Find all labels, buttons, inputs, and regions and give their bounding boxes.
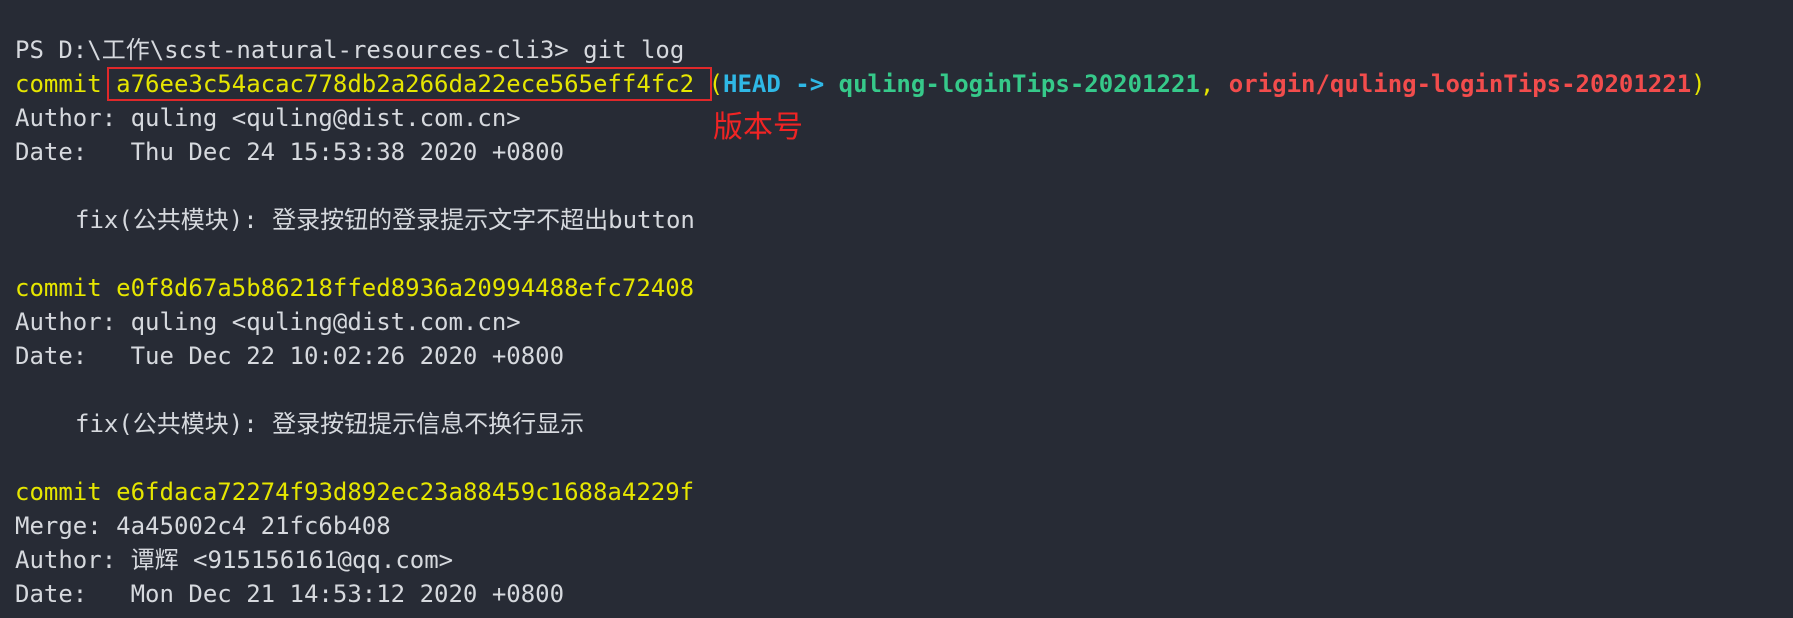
merge-line: Merge: 4a45002c4 21fc6b408 <box>15 512 391 540</box>
commit-keyword: commit <box>15 274 117 302</box>
date-line: Date: Tue Dec 22 10:02:26 2020 +0800 <box>15 342 565 370</box>
commit-message: fix(公共模块): 登录按钮提示信息不换行显示 <box>75 410 585 438</box>
refs-separator: , <box>1199 70 1229 98</box>
version-number-annotation: 版本号 <box>713 110 803 145</box>
ref-arrow: -> <box>780 70 839 98</box>
local-branch: quling-loginTips-20201221 <box>838 70 1200 98</box>
commit-keyword: commit <box>15 70 117 98</box>
commit-line: commit e6fdaca72274f93d892ec23a88459c168… <box>15 475 1706 509</box>
commit-message: fix(公共模块): 登录按钮的登录提示文字不超出button <box>75 206 695 234</box>
commit-hash: a76ee3c54acac778db2a266da22ece565eff4fc2 <box>116 70 695 98</box>
date-line: Date: Mon Dec 21 14:53:12 2020 +0800 <box>15 580 565 608</box>
author-line: Author: quling <quling@dist.com.cn> <box>15 104 521 132</box>
prompt-line: PS D:\工作\scst-natural-resources-cli3> gi… <box>15 36 685 64</box>
terminal-output: PS D:\工作\scst-natural-resources-cli3> gi… <box>15 33 1706 611</box>
commit-line: commit a76ee3c54acac778db2a266da22ece565… <box>15 67 1706 101</box>
date-line: Date: Thu Dec 24 15:53:38 2020 +0800 <box>15 138 565 166</box>
remote-branch: origin/quling-loginTips-20201221 <box>1228 70 1692 98</box>
commit-hash: e6fdaca72274f93d892ec23a88459c1688a4229f <box>116 478 695 506</box>
commit-hash: e0f8d67a5b86218ffed8936a20994488efc72408 <box>116 274 695 302</box>
commit-hash-highlight: a76ee3c54acac778db2a266da22ece565eff4fc2 <box>107 67 713 101</box>
commit-keyword: commit <box>15 478 117 506</box>
author-line: Author: quling <quling@dist.com.cn> <box>15 308 521 336</box>
author-line: Author: 谭辉 <915156161@qq.com> <box>15 546 454 574</box>
commit-line: commit e0f8d67a5b86218ffed8936a20994488e… <box>15 271 1706 305</box>
refs-close: ) <box>1691 70 1706 98</box>
head-ref: HEAD <box>723 70 781 98</box>
